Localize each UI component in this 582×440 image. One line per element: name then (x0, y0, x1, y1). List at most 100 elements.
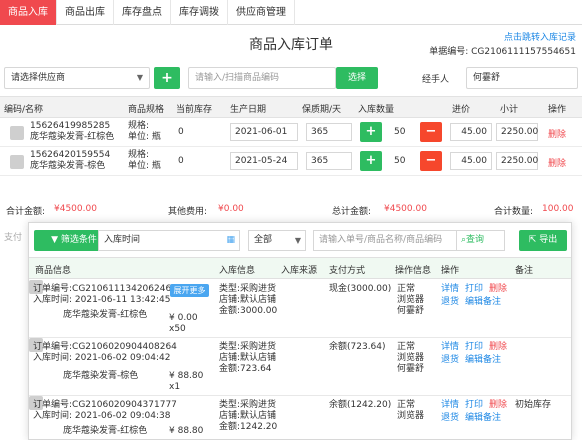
records-header: 商品信息 入库信息 入库来源 支付方式 操作信息 操作 备注 (29, 257, 571, 279)
status-select[interactable]: 全部 ▼ (248, 230, 306, 251)
record-status: 正常 (397, 342, 416, 352)
tab-inventory-check[interactable]: 库存盘点 (114, 0, 171, 25)
col-price: 进价 (452, 105, 471, 115)
expand-more-badge[interactable]: 展开更多 (170, 284, 209, 297)
delete-link[interactable]: 删除 (548, 127, 566, 140)
record-order-no: 订单编号:CG2106111342062460 (33, 284, 177, 294)
product-image-icon (10, 126, 24, 140)
record-status: 正常 (397, 400, 416, 410)
total-qty-label: 合计数量: (494, 207, 534, 217)
print-link[interactable]: 打印 (465, 284, 483, 294)
record-row: 订单编号:CG2106111342062460 入库时间: 2021-06-11… (29, 280, 571, 338)
record-product: 庞华蔻染发膏-红棕色 (63, 426, 148, 436)
print-link[interactable]: 打印 (465, 342, 483, 352)
record-actions-1: 详情 打印 删除 (441, 284, 513, 295)
record-qty: x50 (169, 324, 186, 334)
price-input[interactable]: 45.00 (450, 152, 492, 170)
subtotal-input[interactable]: 2250.00 (496, 152, 538, 170)
query-button[interactable]: ⌕查询 (457, 230, 505, 251)
col-spec: 商品规格 (128, 105, 165, 115)
product-image-icon (10, 155, 24, 169)
record-time: 入库时间: 2021-06-02 09:04:38 (33, 411, 171, 421)
product-spec: 规格: (128, 150, 150, 160)
delete-link[interactable]: 删除 (548, 156, 566, 169)
record-type: 类型:采购进货 (219, 400, 277, 410)
qty-value[interactable]: 50 (394, 156, 405, 167)
col-date: 生产日期 (230, 105, 267, 115)
record-row: 订单编号:CG2106020904408264 入库时间: 2021-06-02… (29, 338, 571, 396)
product-name: 庞华蔻染发膏-棕色 (30, 161, 106, 171)
qty-minus-button[interactable]: − (420, 151, 442, 171)
rcol-note: 备注 (515, 266, 534, 276)
col-code-name: 编码/名称 (4, 105, 44, 115)
export-button[interactable]: ⇱ 导出 (519, 230, 567, 251)
record-search-input[interactable]: 请输入单号/商品名称/商品编码 (313, 230, 457, 251)
product-table-header: 编码/名称 商品规格 当前库存 生产日期 保质期/天 入库数量 进价 小计 操作 (0, 96, 582, 118)
record-device: 浏览器 (397, 295, 425, 305)
subtotal-input[interactable]: 2250.00 (496, 123, 538, 141)
record-actions-2: 退货 编辑备注 (441, 355, 507, 366)
record-order-no: 订单编号:CG2106020904408264 (33, 342, 177, 352)
delete-link[interactable]: 删除 (489, 400, 507, 410)
scan-input[interactable]: 请输入/扫描商品编码 (188, 67, 336, 89)
product-unit: 单位: 瓶 (128, 161, 161, 171)
query-button-label: 查询 (466, 235, 485, 245)
col-subtotal: 小计 (500, 105, 519, 115)
supplier-select[interactable]: 请选择供应商 ▼ (4, 67, 150, 89)
tab-transfer[interactable]: 库存调拨 (171, 0, 228, 25)
product-stock: 0 (178, 127, 184, 137)
product-code: 15626420159554 (30, 150, 111, 160)
tab-stock-in[interactable]: 商品入库 (0, 0, 57, 25)
chevron-down-icon: ▼ (294, 236, 301, 245)
stock-in-time-label: 入库时间 (104, 235, 141, 245)
edit-note-link[interactable]: 编辑备注 (465, 413, 501, 423)
record-shop: 店铺:默认店铺 (219, 295, 277, 305)
record-operator: 何霎舒 (397, 306, 425, 316)
delete-link[interactable]: 删除 (489, 284, 507, 294)
edit-note-link[interactable]: 编辑备注 (465, 297, 501, 307)
stock-in-records-panel: ▼ 筛选条件 入库时间 ▦ 全部 ▼ 请输入单号/商品名称/商品编码 ⌕查询 ⇱… (28, 222, 572, 440)
supplier-select-label: 请选择供应商 (11, 73, 66, 83)
record-product: 庞华蔻染发膏-棕色 (63, 371, 139, 381)
jump-record-link[interactable]: 点击跳转入库记录 (504, 30, 576, 43)
record-price: ¥ 88.80 (169, 426, 204, 436)
print-link[interactable]: 打印 (465, 400, 483, 410)
record-qty: x1 (169, 382, 181, 392)
product-row: 15626420159554 庞华蔻染发膏-棕色 规格: 单位: 瓶 0 202… (0, 147, 582, 176)
detail-link[interactable]: 详情 (441, 400, 459, 410)
product-stock: 0 (178, 156, 184, 166)
production-date-input[interactable]: 2021-05-24 (230, 152, 298, 170)
handler-input[interactable]: 何霎舒 (466, 67, 578, 89)
qty-plus-button[interactable]: + (360, 122, 382, 142)
record-amount: 金额:3000.00 (219, 306, 278, 316)
rcol-op-info: 操作信息 (395, 266, 432, 276)
return-link[interactable]: 退货 (441, 355, 459, 365)
qty-plus-button[interactable]: + (360, 151, 382, 171)
edit-note-link[interactable]: 编辑备注 (465, 355, 501, 365)
add-supplier-button[interactable]: + (154, 67, 180, 89)
production-date-input[interactable]: 2021-06-01 (230, 123, 298, 141)
stock-in-time-input[interactable]: 入库时间 ▦ (98, 230, 240, 251)
tab-stock-out[interactable]: 商品出库 (57, 0, 114, 25)
total-value: ¥4500.00 (54, 204, 97, 214)
export-button-label: 导出 (539, 235, 558, 245)
product-unit: 单位: 瓶 (128, 132, 161, 142)
filter-button-label: 筛选条件 (60, 235, 97, 245)
tab-supplier[interactable]: 供应商管理 (228, 0, 295, 25)
qty-value[interactable]: 50 (394, 127, 405, 138)
return-link[interactable]: 退货 (441, 413, 459, 423)
record-amount: 金额:723.64 (219, 364, 272, 374)
select-button[interactable]: 选择 (336, 67, 378, 89)
record-actions-1: 详情 打印 删除 (441, 342, 513, 353)
qty-minus-button[interactable]: − (420, 122, 442, 142)
record-type: 类型:采购进货 (219, 284, 277, 294)
shelf-life-input[interactable]: 365 (306, 152, 352, 170)
rcol-source: 入库来源 (281, 266, 318, 276)
detail-link[interactable]: 详情 (441, 342, 459, 352)
filter-icon: ▼ (51, 235, 61, 245)
return-link[interactable]: 退货 (441, 297, 459, 307)
detail-link[interactable]: 详情 (441, 284, 459, 294)
shelf-life-input[interactable]: 365 (306, 123, 352, 141)
delete-link[interactable]: 删除 (489, 342, 507, 352)
price-input[interactable]: 45.00 (450, 123, 492, 141)
